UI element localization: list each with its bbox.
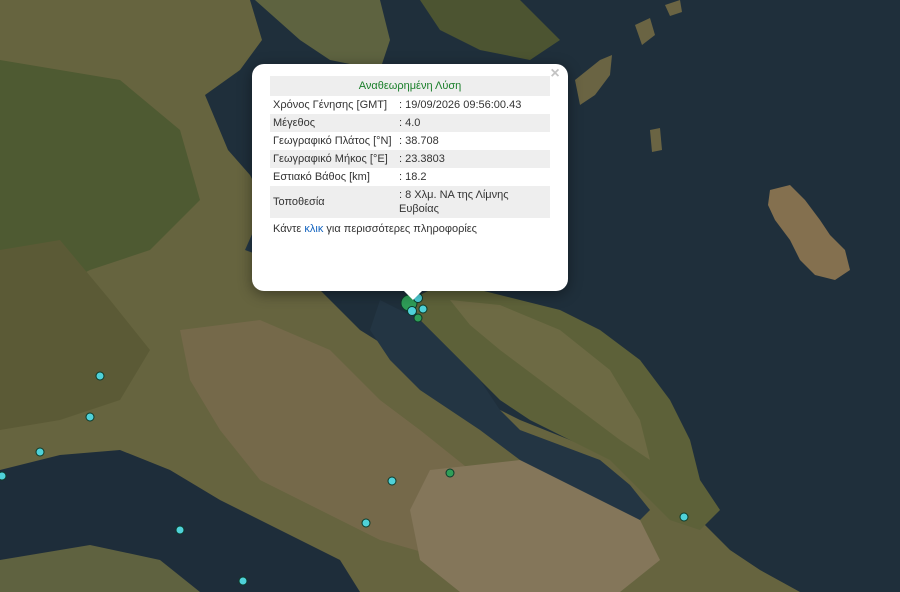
row-depth: Εστιακό Βάθος [km] : 18.2 <box>270 168 550 186</box>
origin-time-label: Χρόνος Γένησης [GMT] <box>273 99 388 111</box>
location-value: : 8 Χλμ. ΝΑ της Λίμνης Ευβοίας <box>396 186 550 218</box>
earthquake-marker-west-3[interactable] <box>35 447 45 457</box>
longitude-value: : 23.3803 <box>396 150 550 168</box>
earthquake-marker-west-1[interactable] <box>95 371 105 381</box>
earthquake-marker-cluster-2[interactable] <box>407 306 417 316</box>
depth-value: : 18.2 <box>399 171 427 183</box>
earthquake-marker-south-2[interactable] <box>238 576 248 586</box>
row-origin-time: Χρόνος Γένησης [GMT] : 19/09/2026 09:56:… <box>270 96 550 114</box>
more-info-link[interactable]: κλικ <box>304 223 323 235</box>
longitude-label: Γεωγραφικό Μήκος [°E] <box>270 150 396 168</box>
row-longitude: Γεωγραφικό Μήκος [°E] : 23.3803 <box>270 150 550 168</box>
earthquake-marker-south-3[interactable] <box>361 518 371 528</box>
earthquake-marker-cluster-3[interactable] <box>413 313 423 323</box>
event-details-table: Αναθεωρημένη Λύση Χρόνος Γένησης [GMT] :… <box>270 76 550 218</box>
close-icon[interactable]: × <box>547 66 563 82</box>
earthquake-marker-central-2[interactable] <box>445 468 455 478</box>
row-magnitude: Μέγεθος : 4.0 <box>270 114 550 132</box>
popup-header-row: Αναθεωρημένη Λύση <box>270 76 550 96</box>
row-latitude: Γεωγραφικό Πλάτος [°N] : 38.708 <box>270 132 550 150</box>
earthquake-marker-west-4[interactable] <box>0 471 7 481</box>
more-info-prefix: Κάντε <box>273 223 305 235</box>
latitude-value: : 38.708 <box>399 135 439 147</box>
earthquake-marker-cluster-4[interactable] <box>418 304 428 314</box>
earthquake-marker-west-2[interactable] <box>85 412 95 422</box>
popup-tip <box>403 290 423 300</box>
latitude-label: Γεωγραφικό Πλάτος [°N] <box>273 135 392 147</box>
event-popup: × Αναθεωρημένη Λύση Χρόνος Γένησης [GMT]… <box>252 64 568 291</box>
depth-label: Εστιακό Βάθος [km] <box>273 171 370 183</box>
earthquake-marker-south-1[interactable] <box>175 525 185 535</box>
popup-header: Αναθεωρημένη Λύση <box>270 76 550 96</box>
magnitude-label: Μέγεθος <box>270 114 396 132</box>
earthquake-marker-central-1[interactable] <box>387 476 397 486</box>
row-location: Τοποθεσία : 8 Χλμ. ΝΑ της Λίμνης Ευβοίας <box>270 186 550 218</box>
location-label: Τοποθεσία <box>270 186 396 218</box>
magnitude-value: : 4.0 <box>396 114 550 132</box>
land-small-island-3 <box>650 128 662 152</box>
origin-time-value: : 19/09/2026 09:56:00.43 <box>399 99 522 111</box>
more-info-suffix: για περισσότερες πληροφορίες <box>323 223 477 235</box>
earthquake-marker-east-1[interactable] <box>679 512 689 522</box>
more-info-line: Κάντε κλικ για περισσότερες πληροφορίες <box>270 218 550 235</box>
